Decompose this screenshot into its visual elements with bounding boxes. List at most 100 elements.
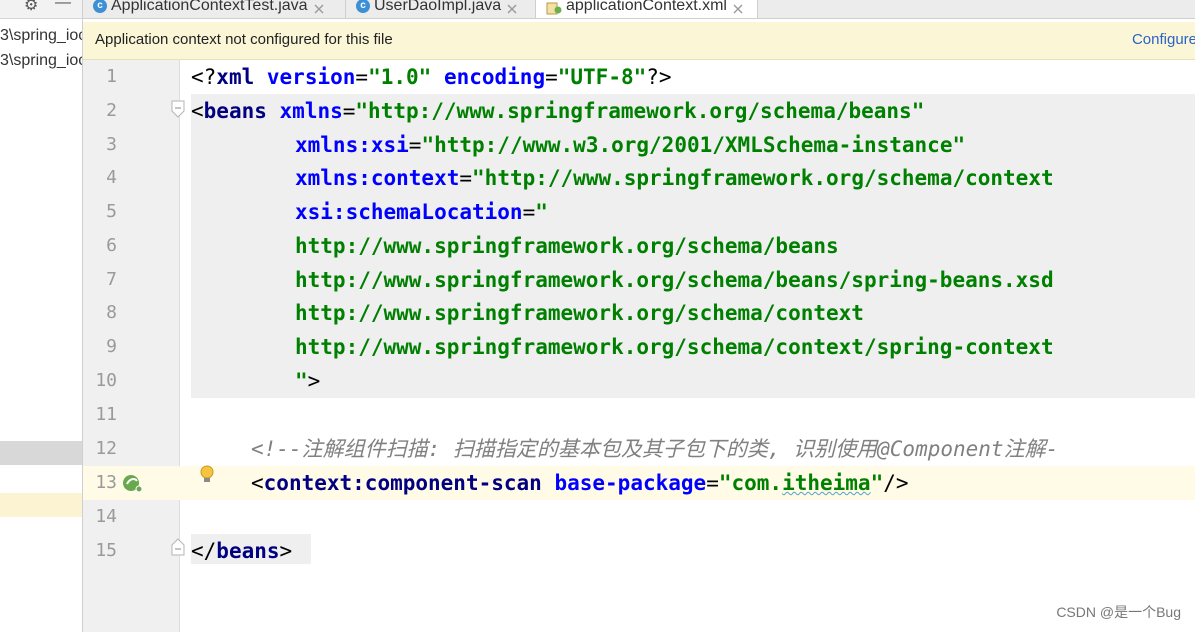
- notification-bar: Application context not configured for t…: [83, 22, 1195, 60]
- token: "http://www.springframework.org/schema/c…: [472, 166, 1054, 190]
- token: http://www.springframework.org/schema/co…: [295, 301, 864, 325]
- tab-applicationcontexttest[interactable]: c ApplicationContextTest.java: [83, 0, 346, 18]
- configure-link[interactable]: Configure: [1132, 31, 1195, 48]
- project-toolbar: ⚙ —: [0, 0, 82, 19]
- line-number: 5: [106, 201, 117, 222]
- token: version: [266, 65, 356, 89]
- tree-item[interactable]: 3\spring_ioc: [0, 49, 82, 73]
- current-tree-row[interactable]: [0, 493, 82, 517]
- token: =: [545, 65, 558, 89]
- token: context:component-scan: [263, 471, 542, 495]
- code-line-4: xmlns:context="http://www.springframewor…: [295, 161, 1054, 195]
- token: http://www.springframework.org/schema/be…: [295, 234, 839, 258]
- java-class-icon: c: [93, 0, 107, 13]
- tab-label: applicationContext.xml: [566, 0, 727, 14]
- token: ": [295, 369, 308, 393]
- xml-file-icon: [546, 0, 562, 15]
- code-line-8: http://www.springframework.org/schema/co…: [295, 296, 864, 330]
- token: <: [191, 99, 204, 123]
- token: xmlns: [279, 99, 343, 123]
- code-line-6: http://www.springframework.org/schema/be…: [295, 229, 839, 263]
- watermark: CSDN @是一个Bug: [1056, 604, 1181, 620]
- close-icon[interactable]: [732, 0, 746, 14]
- token: ": [870, 471, 884, 495]
- token: =: [459, 166, 473, 190]
- tab-userdaoimpl[interactable]: c UserDaoImpl.java: [346, 0, 536, 18]
- project-pane: ⚙ — 3\spring_ioc 3\spring_ioc: [0, 0, 83, 632]
- token: =: [355, 65, 369, 89]
- line-number: 4: [106, 167, 117, 188]
- token: "UTF-8": [557, 65, 647, 89]
- token: itheima: [782, 471, 871, 495]
- token: <: [251, 471, 264, 495]
- token: xml: [216, 65, 255, 89]
- token: encoding: [443, 65, 546, 89]
- line-number: 7: [106, 269, 117, 290]
- code-line-3: xmlns:xsi="http://www.w3.org/2001/XMLSch…: [295, 128, 965, 162]
- close-icon[interactable]: [313, 0, 327, 14]
- token: xmlns:xsi: [295, 133, 409, 157]
- notification-text: Application context not configured for t…: [95, 31, 393, 48]
- code-line-7: http://www.springframework.org/schema/be…: [295, 263, 1054, 297]
- java-class-icon: c: [356, 0, 370, 13]
- token: base-package: [554, 471, 707, 495]
- selected-tree-row[interactable]: [0, 441, 82, 465]
- line-number: 14: [95, 506, 117, 527]
- close-icon[interactable]: [506, 0, 520, 14]
- editor-tab-bar: c ApplicationContextTest.java c UserDaoImp…: [83, 0, 1195, 19]
- line-number: 3: [106, 134, 117, 155]
- code-line-13: <context:component-scan base-package="co…: [251, 466, 909, 500]
- line-number: 2: [106, 100, 117, 121]
- token: http://www.springframework.org/schema/co…: [295, 335, 1054, 359]
- token: =: [342, 99, 356, 123]
- token: "http://www.springframework.org/schema/b…: [355, 99, 925, 123]
- line-number: 9: [106, 336, 117, 357]
- minimize-icon[interactable]: —: [55, 0, 71, 12]
- tab-applicationcontext-xml[interactable]: applicationContext.xml: [536, 0, 758, 18]
- code-line-9: http://www.springframework.org/schema/co…: [295, 330, 1054, 364]
- token: =: [408, 133, 422, 157]
- tab-label: ApplicationContextTest.java: [111, 0, 308, 14]
- token: =: [522, 200, 536, 224]
- code-line-2: <beans xmlns="http://www.springframework…: [191, 94, 924, 128]
- token: "1.0": [368, 65, 432, 89]
- code-line-1: <?xml version="1.0" encoding="UTF-8"?>: [191, 60, 672, 94]
- token: xsi:schemaLocation: [295, 200, 523, 224]
- line-number: 1: [106, 66, 117, 87]
- token: ?>: [646, 65, 672, 89]
- code-line-15: </beans>: [191, 534, 292, 568]
- token: beans: [203, 99, 267, 123]
- token: "http://www.w3.org/2001/XMLSchema-instan…: [421, 133, 966, 157]
- line-number: 11: [95, 404, 117, 425]
- code-line-10: ">: [295, 364, 320, 398]
- token: >: [279, 539, 293, 563]
- spring-bean-icon[interactable]: [121, 472, 145, 499]
- token: <?: [191, 65, 217, 89]
- token: ": [535, 200, 548, 224]
- lightbulb-icon[interactable]: [199, 464, 215, 491]
- token: com.: [731, 471, 783, 495]
- token: beans: [216, 539, 280, 563]
- code-line-5: xsi:schemaLocation=": [295, 195, 548, 229]
- code-line-12: <!--注解组件扫描: 扫描指定的基本包及其子包下的类, 识别使用@Compon…: [251, 432, 1058, 466]
- gear-icon[interactable]: ⚙: [24, 0, 38, 15]
- line-number: 10: [95, 370, 117, 391]
- token: ": [718, 471, 732, 495]
- tree-item[interactable]: 3\spring_ioc: [0, 24, 82, 48]
- line-number: 8: [106, 302, 117, 323]
- token: </: [191, 539, 217, 563]
- line-number: 6: [106, 235, 117, 256]
- line-number: 15: [95, 540, 117, 561]
- token: xmlns:context: [295, 166, 460, 190]
- token: =: [706, 471, 719, 495]
- token: />: [883, 471, 909, 495]
- tab-label: UserDaoImpl.java: [374, 0, 502, 14]
- token: >: [307, 369, 321, 393]
- fold-icon[interactable]: [171, 100, 185, 123]
- token: <!--注解组件扫描: 扫描指定的基本包及其子包下的类, 识别使用@Compon…: [251, 437, 1059, 461]
- code-editor[interactable]: 1 2 3 4 5 6 7 8 9 10 11 12 13 14 15 <?xm…: [83, 60, 1195, 632]
- token: http://www.springframework.org/schema/be…: [295, 268, 1054, 292]
- line-number: 12: [95, 438, 117, 459]
- fold-icon[interactable]: [171, 538, 185, 561]
- line-number: 13: [95, 472, 117, 493]
